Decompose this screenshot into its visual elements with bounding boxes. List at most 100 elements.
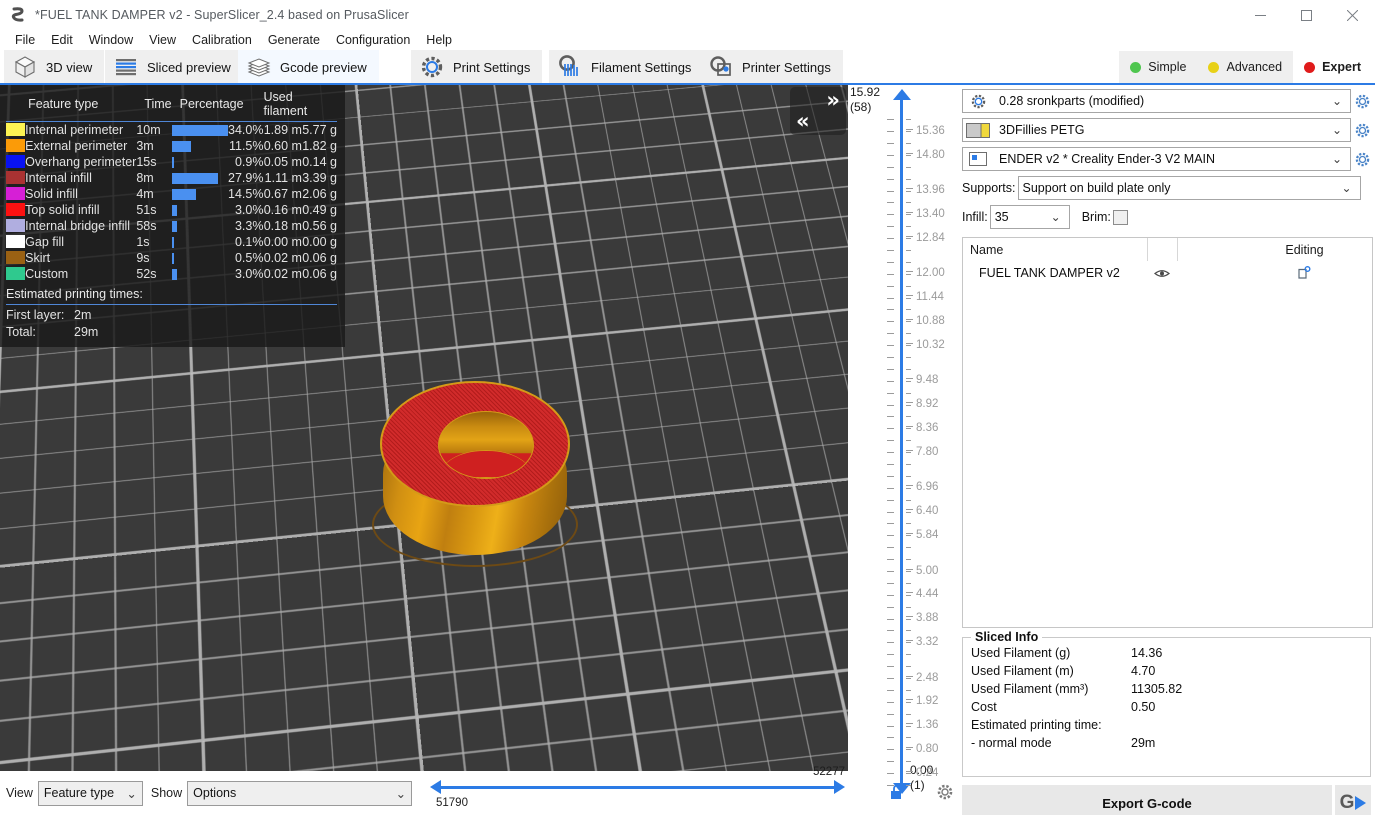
mode-button-advanced[interactable]: Advanced: [1197, 51, 1294, 83]
menu-item-help[interactable]: Help: [418, 32, 460, 48]
close-button[interactable]: [1329, 0, 1375, 30]
legend-feature-name: Gap fill: [25, 235, 65, 249]
layer-slider-minor-tick: [887, 131, 894, 133]
moves-slider-right-thumb[interactable]: [834, 780, 845, 794]
unlocked-padlock-icon[interactable]: [888, 783, 906, 801]
title-bar: *FUEL TANK DAMPER v2 - SuperSlicer_2.4 b…: [0, 0, 1375, 30]
legend-row[interactable]: Custom 52s 3.0% 0.02 m 0.06 g: [6, 266, 337, 282]
sliced-info-key: Used Filament (m): [971, 664, 1074, 678]
menu-item-configuration[interactable]: Configuration: [328, 32, 418, 48]
tab-printer-settings[interactable]: Printer Settings: [700, 50, 843, 84]
view-select[interactable]: Feature type ⌄: [37, 780, 143, 806]
legend-used-length: 0.05 m: [263, 155, 302, 169]
menu-item-view[interactable]: View: [141, 32, 184, 48]
show-select[interactable]: Options ⌄: [187, 780, 413, 806]
layer-slider-minor-tick: [906, 535, 911, 537]
gcode-preview-viewport[interactable]: » « Feature type Time Percentage Used fi…: [0, 85, 848, 771]
tab-3d-view[interactable]: 3D view: [4, 50, 105, 84]
sliced-info-row: Estimated printing time:: [963, 716, 1370, 734]
print-preset-gear-icon[interactable]: [1351, 93, 1373, 110]
layer-slider-minor-tick: [906, 226, 911, 228]
layer-slider-minor-tick: [906, 654, 911, 656]
legend-row[interactable]: External perimeter 3m 11.5% 0.60 m 1.82 g: [6, 138, 337, 154]
moves-slider-min-value: 51790: [436, 797, 468, 809]
legend-percentage-value: 34.0%: [228, 123, 264, 137]
legend-row[interactable]: Internal bridge infill 58s 3.3% 0.18 m 0.56 …: [6, 218, 337, 234]
sliced-model-preview[interactable]: [372, 377, 578, 582]
view-label: View: [6, 786, 33, 800]
legend-percentage-value: 3.0%: [234, 203, 264, 217]
legend-feature-name: Top solid infill: [25, 203, 100, 217]
filament-preset-gear-icon[interactable]: [1351, 122, 1373, 139]
infill-select[interactable]: 35 ⌄: [989, 205, 1070, 229]
layer-slider-minor-tick: [906, 749, 911, 751]
printer-preset-select[interactable]: ENDER v2 * Creality Ender-3 V2 MAIN ⌄: [962, 147, 1351, 171]
menu-item-calibration[interactable]: Calibration: [184, 32, 260, 48]
print-preset-select[interactable]: 0.28 sronkparts (modified) ⌄: [962, 89, 1351, 113]
send-gcode-button[interactable]: G: [1335, 785, 1371, 815]
printer-preset-gear-icon[interactable]: [1351, 151, 1373, 168]
legend-used-weight: 5.77 g: [302, 123, 337, 137]
export-gcode-button[interactable]: Export G-code: [962, 785, 1332, 815]
mode-selector: Simple Advanced Expert: [1119, 51, 1372, 83]
mode-button-expert[interactable]: Expert: [1293, 51, 1372, 83]
printer-bed-icon: [965, 149, 991, 169]
supports-select[interactable]: Support on build plate only ⌄: [1017, 176, 1361, 200]
printer-icon: [708, 54, 734, 80]
menu-item-generate[interactable]: Generate: [260, 32, 328, 48]
legend-row[interactable]: Solid infill 4m 14.5% 0.67 m 2.06 g: [6, 186, 337, 202]
chevron-down-icon: ⌄: [126, 786, 137, 801]
layer-slider-minor-tick: [906, 559, 911, 561]
tab-filament-settings[interactable]: Filament Settings: [549, 50, 704, 84]
moves-slider-max-value: 52277: [813, 766, 845, 778]
legend-row[interactable]: Overhang perimeter 15s 0.9% 0.05 m 0.14 g: [6, 154, 337, 170]
layer-slider-tick: 12.84: [906, 232, 945, 244]
object-list[interactable]: Name Editing FUEL TANK DAMPER v2: [962, 237, 1373, 628]
eye-icon[interactable]: [1147, 268, 1177, 279]
legend-row[interactable]: Gap fill 1s 0.1% 0.00 m 0.00 g: [6, 234, 337, 250]
layer-slider-minor-tick: [887, 416, 894, 418]
editing-icon[interactable]: [1237, 265, 1372, 281]
legend-row[interactable]: Internal perimeter 10m 34.0% 1.89 m 5.77 g: [6, 122, 337, 139]
tab-sliced-preview[interactable]: Sliced preview: [105, 50, 243, 84]
mode-button-simple[interactable]: Simple: [1119, 51, 1198, 83]
legend-row[interactable]: Internal infill 8m 27.9% 1.11 m 3.39 g: [6, 170, 337, 186]
layer-slider-minor-tick: [887, 606, 894, 608]
sliced-info-row: Cost 0.50: [963, 698, 1370, 716]
layer-slider-minor-tick: [906, 630, 911, 632]
filament-preset-select[interactable]: 3DFillies PETG ⌄: [962, 118, 1351, 142]
maximize-button[interactable]: [1283, 0, 1329, 30]
legend-color-swatch: [6, 186, 25, 202]
minimize-button[interactable]: [1237, 0, 1283, 30]
layer-slider-tick: 13.40: [906, 208, 945, 220]
legend-used-length: 0.60 m: [263, 139, 302, 153]
sliced-info-title: Sliced Info: [971, 630, 1043, 644]
moves-range-slider[interactable]: 51790 52277: [430, 766, 845, 813]
sliced-info-key: Used Filament (mm³): [971, 682, 1089, 696]
menu-item-file[interactable]: File: [7, 32, 43, 48]
menu-item-window[interactable]: Window: [81, 32, 141, 48]
chevron-down-icon: ⌄: [1341, 181, 1352, 195]
moves-slider-left-thumb[interactable]: [430, 780, 441, 794]
layer-slider-upper-thumb[interactable]: [893, 89, 911, 100]
menu-item-edit[interactable]: Edit: [43, 32, 81, 48]
window-title: *FUEL TANK DAMPER v2 - SuperSlicer_2.4 b…: [35, 8, 409, 22]
show-select-value: Options: [193, 786, 237, 800]
tab-print-settings[interactable]: Print Settings: [411, 50, 543, 84]
tab-gcode-preview[interactable]: Gcode preview: [238, 50, 379, 86]
legend-feature-name: Custom: [25, 267, 69, 281]
legend-feature-name: Internal infill: [25, 171, 92, 185]
layer-slider-settings-gear-icon[interactable]: [936, 783, 954, 801]
brim-checkbox[interactable]: [1112, 209, 1128, 225]
layer-slider-minor-tick: [887, 261, 894, 263]
tab-sliced-preview-label: Sliced preview: [147, 59, 231, 75]
legend-row[interactable]: Top solid infill 51s 3.0% 0.16 m 0.49 g: [6, 202, 337, 218]
object-list-row[interactable]: FUEL TANK DAMPER v2: [963, 261, 1372, 285]
layer-range-slider[interactable]: 15.92 (58) 0.00 (1) 15.36 14.80 13.96 13.40…: [848, 85, 958, 815]
window-controls: [1237, 0, 1375, 30]
collapse-sidebar-button[interactable]: » «: [790, 87, 846, 135]
layer-slider-minor-tick: [906, 154, 911, 156]
layer-slider-minor-tick: [887, 582, 894, 584]
legend-row[interactable]: Skirt 9s 0.5% 0.02 m 0.06 g: [6, 250, 337, 266]
infill-brim-row: Infill: 35 ⌄ Brim:: [962, 205, 1373, 229]
